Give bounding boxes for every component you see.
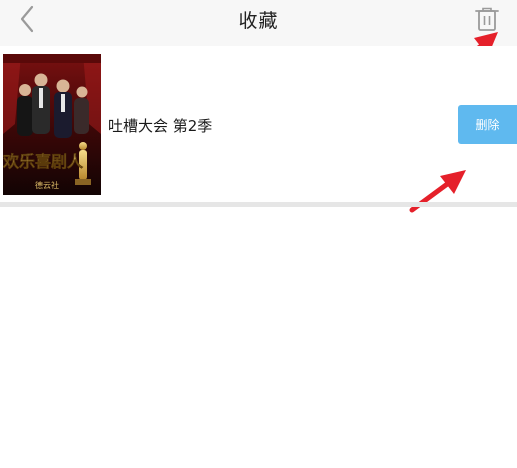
delete-button[interactable]: 删除 (458, 105, 517, 144)
poster-title: 欢乐喜剧人 (3, 152, 84, 171)
item-title[interactable]: 吐槽大会 第2季 (108, 115, 212, 136)
poster-subtitle: 德云社 (35, 180, 59, 190)
annotation-arrow-icon (409, 170, 466, 213)
poster-art: 欢乐喜剧人 德云社 (3, 54, 101, 195)
poster-image[interactable]: 欢乐喜剧人 德云社 (3, 54, 101, 195)
row-divider (0, 202, 517, 207)
favorite-item[interactable]: 欢乐喜剧人 德云社 吐槽大会 第2季 删除 (0, 46, 517, 213)
